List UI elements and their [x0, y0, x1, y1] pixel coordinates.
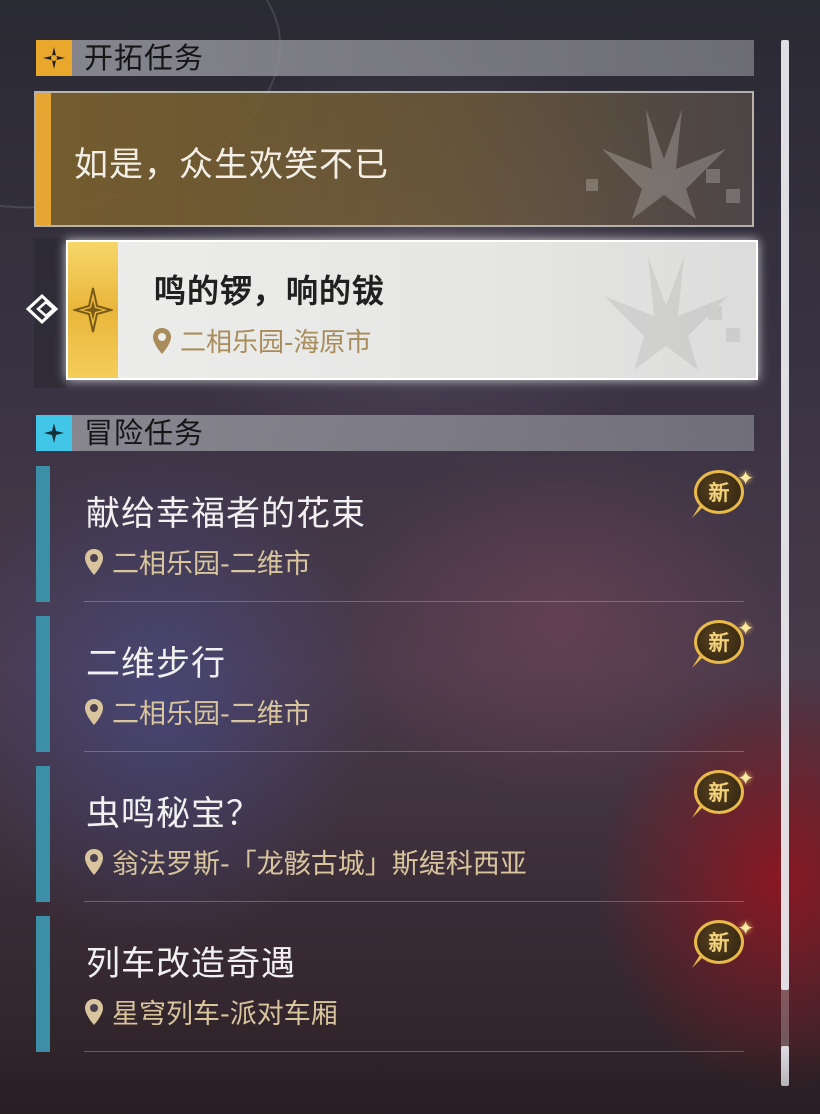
sparkle-icon: ✦ — [737, 616, 754, 640]
sparkle-icon: ✦ — [737, 766, 754, 790]
main-mission-card[interactable]: 如是，众生欢笑不已 — [34, 91, 754, 227]
mission-accent-bar — [36, 766, 50, 902]
new-badge: 新 ✦ — [692, 466, 754, 520]
sparkle-icon — [36, 415, 72, 451]
mission-accent-bar — [36, 916, 50, 1052]
four-point-star-icon — [73, 287, 113, 333]
adventure-mission-item[interactable]: 列车改造奇遇 星穹列车-派对车厢 新 ✦ — [36, 916, 754, 1052]
new-badge: 新 ✦ — [692, 766, 754, 820]
section-title: 冒险任务 — [84, 416, 205, 450]
map-pin-icon — [85, 548, 103, 575]
mission-location: 翁法罗斯-「龙骸古城」斯缇科西亚 — [84, 842, 527, 881]
emblem-decoration-icon — [586, 109, 740, 219]
map-pin-icon — [85, 998, 103, 1025]
adventure-mission-item[interactable]: 献给幸福者的花束 二相乐园-二维市 新 ✦ — [36, 466, 754, 602]
section-title: 开拓任务 — [84, 41, 205, 75]
new-badge: 新 ✦ — [692, 916, 754, 970]
mission-accent-bar — [36, 466, 50, 602]
mission-location: 二相乐园-二维市 — [84, 692, 311, 731]
mission-title: 列车改造奇遇 — [86, 944, 296, 984]
map-pin-icon — [153, 327, 171, 354]
bottom-fade — [0, 1046, 820, 1114]
diamond-arrow-icon — [24, 292, 64, 326]
mission-accent-bar — [36, 93, 51, 225]
divider — [84, 601, 744, 602]
mission-title: 献给幸福者的花束 — [86, 494, 366, 534]
location-text: 星穹列车-派对车厢 — [112, 999, 338, 1030]
adventure-mission-item[interactable]: 虫鸣秘宝？ 翁法罗斯-「龙骸古城」斯缇科西亚 新 ✦ — [36, 766, 754, 902]
sparkle-icon: ✦ — [737, 916, 754, 940]
scrollbar-thumb[interactable] — [781, 40, 789, 990]
divider — [84, 751, 744, 752]
map-pin-icon — [85, 848, 103, 875]
divider — [84, 901, 744, 902]
location-text: 翁法罗斯-「龙骸古城」斯缇科西亚 — [112, 849, 527, 880]
mission-title: 虫鸣秘宝？ — [86, 794, 261, 834]
mission-location: 星穹列车-派对车厢 — [84, 992, 338, 1031]
new-badge: 新 ✦ — [692, 616, 754, 670]
four-point-star-icon — [36, 40, 72, 76]
map-pin-icon — [85, 698, 103, 725]
mission-location: 二相乐园-海原市 — [152, 322, 371, 359]
location-text: 二相乐园-二维市 — [112, 549, 311, 580]
mission-accent-bar — [36, 616, 50, 752]
adventure-mission-item[interactable]: 二维步行 二相乐园-二维市 新 ✦ — [36, 616, 754, 752]
trailblaze-section-header: 开拓任务 — [36, 40, 754, 76]
adventure-section-header: 冒险任务 — [36, 415, 754, 451]
mission-gold-strip — [68, 242, 118, 378]
sparkle-icon: ✦ — [737, 466, 754, 490]
location-text: 二相乐园-二维市 — [112, 699, 311, 730]
mission-title: 二维步行 — [86, 644, 226, 684]
mission-location: 二相乐园-二维市 — [84, 542, 311, 581]
location-text: 二相乐园-海原市 — [180, 328, 372, 358]
selected-mission-title: 鸣的锣，响的钹 — [154, 272, 386, 310]
selected-mission-card[interactable]: 鸣的锣，响的钹 二相乐园-海原市 — [66, 240, 758, 380]
main-mission-title: 如是，众生欢笑不已 — [74, 145, 389, 185]
emblem-decoration-icon — [604, 256, 740, 370]
